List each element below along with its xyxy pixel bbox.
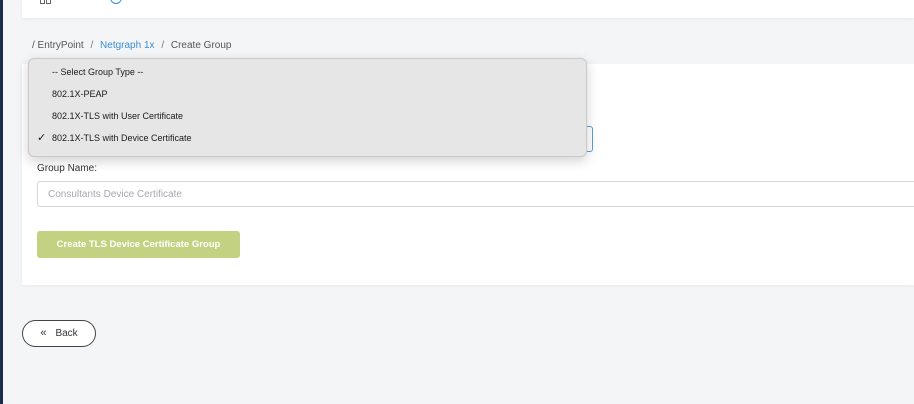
group-type-dropdown-menu: -- Select Group Type -- 802.1X-PEAP 802.… xyxy=(28,58,587,157)
breadcrumb-root[interactable]: / EntryPoint xyxy=(32,40,84,51)
option-label: -- Select Group Type -- xyxy=(52,67,144,77)
option-label: 802.1X-TLS with Device Certificate xyxy=(52,133,192,143)
dropdown-option[interactable]: 802.1X-TLS with User Certificate xyxy=(29,106,586,126)
chevrons-left-icon: « xyxy=(40,326,47,339)
breadcrumb-link-netgraph[interactable]: Netgraph 1x xyxy=(100,40,154,51)
breadcrumb-current: Create Group xyxy=(170,40,232,51)
back-button[interactable]: « Back xyxy=(22,320,96,347)
dropdown-option-selected[interactable]: ✓ 802.1X-TLS with Device Certificate xyxy=(29,128,586,148)
back-label: Back xyxy=(55,328,78,339)
checkmark-icon: ✓ xyxy=(37,132,47,144)
dropdown-option[interactable]: -- Select Group Type -- xyxy=(29,62,586,82)
breadcrumb-separator: / xyxy=(90,40,94,51)
option-label: 802.1X-PEAP xyxy=(52,89,108,99)
group-name-input[interactable] xyxy=(37,181,914,207)
left-nav-strip xyxy=(0,0,3,404)
option-label: 802.1X-TLS with User Certificate xyxy=(52,111,184,121)
create-group-button[interactable]: Create TLS Device Certificate Group xyxy=(37,231,240,258)
group-name-label: Group Name: xyxy=(37,163,98,174)
breadcrumb-separator: / xyxy=(161,40,165,51)
breadcrumb: / EntryPoint / Netgraph 1x / Create Grou… xyxy=(32,40,231,51)
grid-icon[interactable] xyxy=(40,0,52,4)
top-bar xyxy=(22,0,914,18)
dropdown-option[interactable]: 802.1X-PEAP xyxy=(29,84,586,104)
